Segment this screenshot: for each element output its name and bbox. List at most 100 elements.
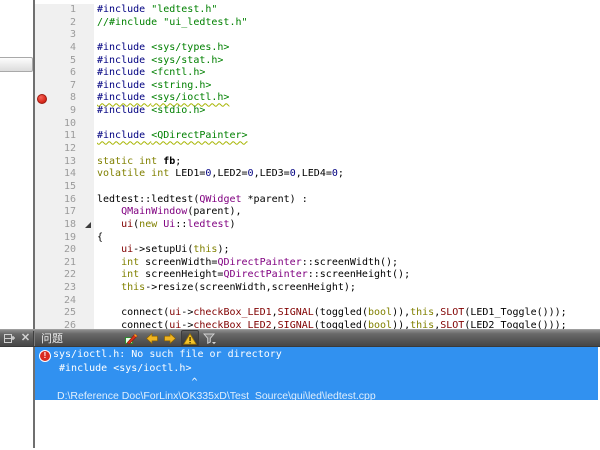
warning-icon (183, 333, 197, 345)
fold-cell (81, 4, 94, 17)
code-line[interactable]: 18 ui(new Ui::ledtest) (35, 219, 600, 232)
line-number: 8 (49, 92, 81, 105)
line-number: 25 (49, 307, 81, 320)
line-number: 12 (49, 143, 81, 156)
code-line[interactable]: 10 (35, 118, 600, 131)
split-pane-button[interactable] (2, 330, 18, 347)
fold-cell (81, 42, 94, 55)
code-text: #include <string.h> (94, 80, 211, 93)
code-text: //#include "ui_ledtest.h" (94, 17, 248, 30)
fold-cell (81, 307, 94, 320)
issue-list-item-selected[interactable]: ! sys/ioctl.h: No such file or directory… (35, 347, 598, 400)
code-line[interactable]: 9#include <stdio.h> (35, 105, 600, 118)
issue-caret-line: ^ (35, 375, 598, 389)
left-panel-handle[interactable] (0, 57, 33, 72)
marker-cell (35, 206, 49, 219)
show-warnings-toggle[interactable] (181, 330, 199, 347)
marker-cell (35, 295, 49, 308)
code-line[interactable]: 7 #include <string.h> (35, 80, 600, 93)
fold-cell (81, 130, 94, 143)
line-number: 6 (49, 67, 81, 80)
fold-cell (81, 244, 94, 257)
code-line[interactable]: 23 this->resize(screenWidth,screenHeight… (35, 282, 600, 295)
line-number: 13 (49, 156, 81, 169)
next-item-button[interactable] (162, 330, 178, 347)
fold-cell (81, 257, 94, 270)
line-number: 20 (49, 244, 81, 257)
code-text: #include <sys/ioctl.h> (94, 92, 229, 105)
fold-cell (81, 92, 94, 105)
filter-icon (203, 333, 217, 345)
code-text: connect(ui->checkBox_LED2,SIGNAL(toggled… (94, 320, 567, 329)
fold-cell (81, 67, 94, 80)
line-number: 4 (49, 42, 81, 55)
code-line[interactable]: 15 (35, 181, 600, 194)
code-text: { (94, 232, 103, 245)
marker-cell (35, 105, 49, 118)
marker-cell (35, 244, 49, 257)
line-number: 26 (49, 320, 81, 329)
error-marker-icon[interactable] (35, 92, 49, 105)
line-number: 15 (49, 181, 81, 194)
line-number: 11 (49, 130, 81, 143)
error-icon: ! (39, 350, 51, 362)
line-number: 9 (49, 105, 81, 118)
fold-cell (81, 206, 94, 219)
marker-cell (35, 320, 49, 329)
clean-issues-button[interactable] (123, 330, 140, 347)
code-line[interactable]: 19{ (35, 232, 600, 245)
code-line[interactable]: 2//#include "ui_ledtest.h" (35, 17, 600, 30)
line-number: 22 (49, 269, 81, 282)
code-line[interactable]: 26 connect(ui->checkBox_LED2,SIGNAL(togg… (35, 320, 600, 329)
fold-cell (81, 295, 94, 308)
fold-marker-icon[interactable] (81, 219, 94, 232)
close-icon: ✕ (21, 333, 30, 344)
next-item-icon (164, 333, 176, 344)
previous-item-button[interactable] (144, 330, 160, 347)
code-line[interactable]: 16ledtest::ledtest(QWidget *parent) : (35, 194, 600, 207)
code-text: #include <QDirectPainter> (94, 130, 248, 143)
filter-button[interactable] (201, 330, 218, 347)
line-number: 7 (49, 80, 81, 93)
code-line[interactable]: 1#include "ledtest.h" (35, 4, 600, 17)
code-line[interactable]: 17 QMainWindow(parent), (35, 206, 600, 219)
output-pane-toolbar: ✕ 问题 (0, 329, 600, 347)
line-number: 24 (49, 295, 81, 308)
close-pane-button[interactable]: ✕ (19, 330, 32, 347)
code-text: #include <sys/types.h> (94, 42, 229, 55)
code-line[interactable]: 13static int fb; (35, 156, 600, 169)
fold-cell (81, 194, 94, 207)
marker-cell (35, 168, 49, 181)
marker-cell (35, 67, 49, 80)
fold-cell (81, 282, 94, 295)
issue-code-line: #include <sys/ioctl.h> (35, 361, 598, 375)
code-line[interactable]: 22 int screenHeight=QDirectPainter::scre… (35, 269, 600, 282)
line-number: 23 (49, 282, 81, 295)
marker-cell (35, 17, 49, 30)
left-sidebar (0, 0, 33, 450)
code-text: #include <fcntl.h> (94, 67, 205, 80)
code-text: int screenHeight=QDirectPainter::screenH… (94, 269, 410, 282)
fold-cell (81, 156, 94, 169)
split-pane-icon (4, 333, 16, 344)
code-line[interactable]: 4 #include <sys/types.h> (35, 42, 600, 55)
fold-cell (81, 105, 94, 118)
code-line[interactable]: 5#include <sys/stat.h> (35, 55, 600, 68)
code-line[interactable]: 20 ui->setupUi(this); (35, 244, 600, 257)
code-line[interactable]: 12 (35, 143, 600, 156)
code-line[interactable]: 8 #include <sys/ioctl.h> (35, 92, 600, 105)
marker-cell (35, 29, 49, 42)
code-line[interactable]: 21 int screenWidth=QDirectPainter::scree… (35, 257, 600, 270)
code-line[interactable]: 11 #include <QDirectPainter> (35, 130, 600, 143)
code-line[interactable]: 6 #include <fcntl.h> (35, 67, 600, 80)
code-line[interactable]: 25 connect(ui->checkBox_LED1,SIGNAL(togg… (35, 307, 600, 320)
fold-cell (81, 269, 94, 282)
code-line[interactable]: 3 (35, 29, 600, 42)
code-text: #include "ledtest.h" (94, 4, 217, 17)
code-line[interactable]: 24 (35, 295, 600, 308)
marker-cell (35, 80, 49, 93)
fold-cell (81, 168, 94, 181)
code-line[interactable]: 14volatile int LED1=0,LED2=0,LED3=0,LED4… (35, 168, 600, 181)
code-editor[interactable]: 1#include "ledtest.h"2//#include "ui_led… (35, 0, 600, 329)
line-number: 17 (49, 206, 81, 219)
